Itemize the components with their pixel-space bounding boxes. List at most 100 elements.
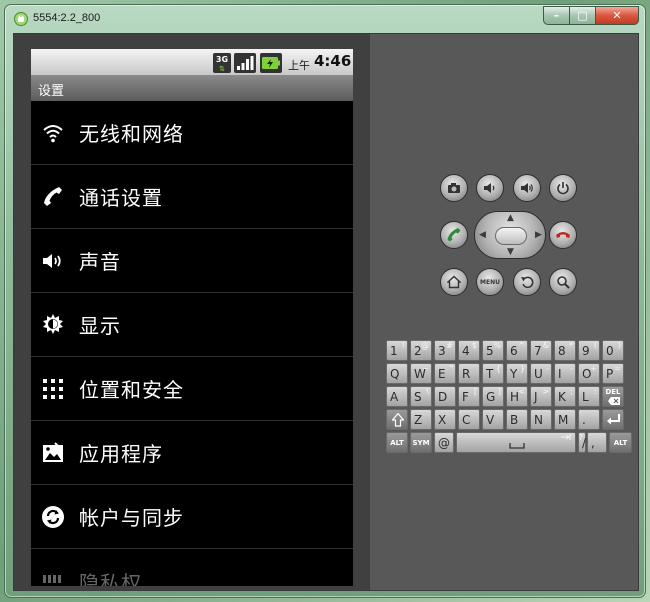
end-call-button[interactable] xyxy=(549,221,577,249)
key-comma[interactable]: , xyxy=(587,432,607,453)
window-controls: – □ ✕ xyxy=(543,6,639,25)
key-0[interactable]: 0) xyxy=(602,340,624,361)
key-q[interactable]: Q xyxy=(386,363,408,384)
key-3[interactable]: 3 # xyxy=(434,340,456,361)
key-9[interactable]: 9( xyxy=(578,340,600,361)
settings-item-label: 无线和网络 xyxy=(79,122,184,146)
dpad-left-icon[interactable]: ◀ xyxy=(479,230,486,240)
volume-down-button[interactable] xyxy=(476,174,504,202)
key-c[interactable]: C xyxy=(458,409,480,430)
key-7[interactable]: 7 & xyxy=(530,340,552,361)
android-app-icon xyxy=(14,12,28,26)
settings-item-sound[interactable]: 声音 xyxy=(31,229,353,293)
settings-item-call[interactable]: 通话设置 xyxy=(31,165,353,229)
backspace-icon xyxy=(608,397,620,405)
key-4[interactable]: 4 $ xyxy=(458,340,480,361)
key-alt-left[interactable]: ALT xyxy=(386,432,408,453)
key-f[interactable]: F[ xyxy=(458,386,480,407)
speaker-icon xyxy=(43,254,61,268)
key-p[interactable]: P = xyxy=(602,363,624,384)
key-i[interactable]: I- xyxy=(554,363,576,384)
dpad-right-icon[interactable]: ▶ xyxy=(535,230,542,240)
svg-text:3G: 3G xyxy=(216,55,228,64)
key-y[interactable]: Y} xyxy=(506,363,528,384)
key-shift[interactable] xyxy=(386,409,408,430)
settings-item-label: 通话设置 xyxy=(79,186,163,210)
key-space[interactable] xyxy=(456,432,576,453)
search-button[interactable] xyxy=(549,268,577,296)
menu-button-label: MENU xyxy=(480,278,500,286)
key-j[interactable]: J > xyxy=(530,386,552,407)
call-button[interactable] xyxy=(440,221,468,249)
key-k[interactable]: K; xyxy=(554,386,576,407)
key-sym[interactable]: SYM xyxy=(410,432,432,453)
key-z[interactable]: Z xyxy=(410,409,432,430)
settings-item-display[interactable]: 显示 xyxy=(31,293,353,357)
device-screen[interactable]: 3G ⇅ 上午 4:46 设置 无线和网络 通话设置 声音 显示 位置和安全 应… xyxy=(31,49,353,586)
settings-item-label: 帐户与同步 xyxy=(79,506,184,530)
key-8[interactable]: 8 * xyxy=(554,340,576,361)
minimize-button[interactable]: – xyxy=(543,6,569,25)
key-n[interactable]: N xyxy=(530,409,552,430)
key-1[interactable]: 1! xyxy=(386,340,408,361)
wifi-icon xyxy=(43,125,63,143)
3g-network-icon: 3G ⇅ xyxy=(213,53,231,73)
settings-item-location-security[interactable]: 位置和安全 xyxy=(31,357,353,421)
settings-item-label: 位置和安全 xyxy=(79,378,184,402)
key-d[interactable]: D xyxy=(434,386,456,407)
key-5[interactable]: 5% xyxy=(482,340,504,361)
dpad[interactable]: ▲ ▼ ◀ ▶ xyxy=(474,211,546,259)
key-r[interactable]: R xyxy=(458,363,480,384)
key-t[interactable]: T{ xyxy=(482,363,504,384)
back-icon xyxy=(521,276,534,289)
sync-icon xyxy=(42,506,64,528)
key-b[interactable]: B xyxy=(506,409,528,430)
status-bar: 3G ⇅ 上午 4:46 xyxy=(31,49,353,75)
volume-down-icon xyxy=(484,183,495,193)
enter-icon xyxy=(607,414,620,425)
key-e[interactable]: E " xyxy=(434,363,456,384)
menu-button[interactable]: MENU xyxy=(476,268,504,296)
key-x[interactable]: X xyxy=(434,409,456,430)
key-s[interactable]: S \ xyxy=(410,386,432,407)
back-button[interactable] xyxy=(513,268,541,296)
key-slash[interactable]: /? xyxy=(578,432,586,453)
key-6[interactable]: 6 ^ xyxy=(506,340,528,361)
settings-menu: 无线和网络 通话设置 声音 显示 位置和安全 应用程序 帐户与同步 隐私权 xyxy=(31,101,353,586)
key-period[interactable]: . xyxy=(578,409,600,430)
window-titlebar[interactable]: 5554:2.2_800 – □ ✕ xyxy=(5,5,645,33)
camera-button[interactable] xyxy=(440,174,468,202)
key-enter[interactable] xyxy=(602,409,624,430)
key-at[interactable]: @ xyxy=(434,432,454,453)
settings-item-accounts-sync[interactable]: 帐户与同步 xyxy=(31,485,353,549)
key-w[interactable]: W ~ xyxy=(410,363,432,384)
settings-item-privacy[interactable]: 隐私权 xyxy=(31,549,353,586)
dpad-up-icon[interactable]: ▲ xyxy=(507,213,514,223)
key-del[interactable]: DEL xyxy=(602,386,624,407)
volume-up-button[interactable] xyxy=(513,174,541,202)
brightness-icon xyxy=(43,314,63,334)
dpad-down-icon[interactable]: ▼ xyxy=(507,247,514,257)
dpad-center-button[interactable] xyxy=(495,227,527,245)
key-o[interactable]: O + xyxy=(578,363,600,384)
settings-item-applications[interactable]: 应用程序 xyxy=(31,421,353,485)
key-h[interactable]: H < xyxy=(506,386,528,407)
key-g[interactable]: G] xyxy=(482,386,504,407)
power-button[interactable] xyxy=(549,174,577,202)
home-button[interactable] xyxy=(440,268,468,296)
emulator-client-area: 3G ⇅ 上午 4:46 设置 无线和网络 通话设置 声音 显示 位置和安全 应… xyxy=(13,33,639,591)
key-alt-right[interactable]: ALT xyxy=(609,432,632,453)
key-u[interactable]: U- xyxy=(530,363,552,384)
maximize-button[interactable]: □ xyxy=(569,6,595,25)
search-icon xyxy=(557,276,570,289)
key-m[interactable]: M xyxy=(554,409,576,430)
key-v[interactable]: V xyxy=(482,409,504,430)
camera-icon xyxy=(448,183,460,193)
close-button[interactable]: ✕ xyxy=(595,6,639,25)
key-2[interactable]: 2 @ xyxy=(410,340,432,361)
power-icon xyxy=(557,182,569,195)
settings-item-wireless[interactable]: 无线和网络 xyxy=(31,101,353,165)
key-l[interactable]: L: xyxy=(578,386,600,407)
settings-item-label: 声音 xyxy=(79,250,121,274)
key-a[interactable]: A xyxy=(386,386,408,407)
